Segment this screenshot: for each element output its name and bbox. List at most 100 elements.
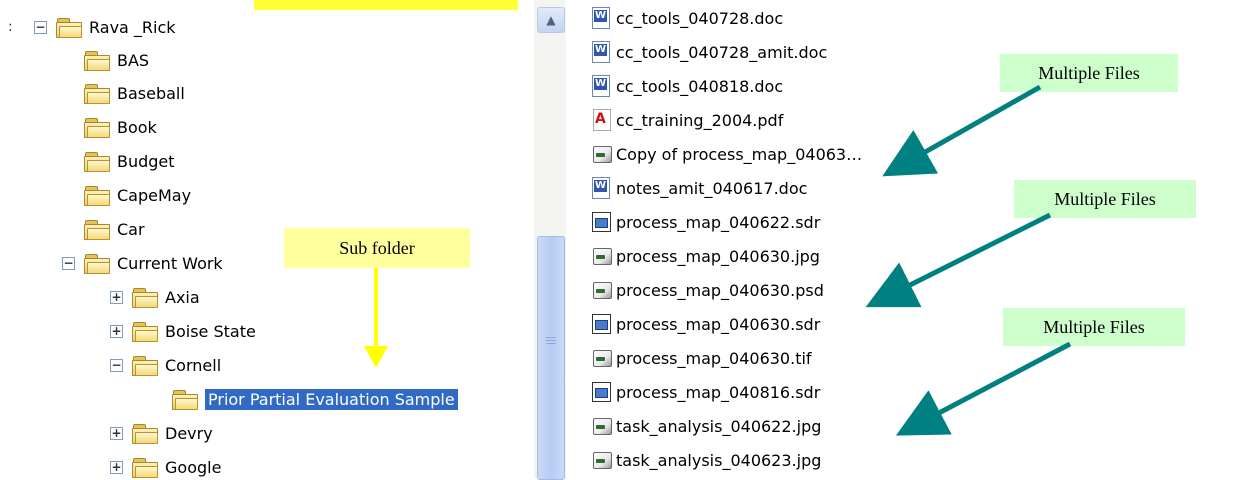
sub-folder-callout: Sub folder — [284, 228, 470, 268]
tree-node-book[interactable]: Book — [84, 112, 157, 142]
folder-icon — [84, 253, 110, 274]
scroll-up-button[interactable]: ▲ — [537, 7, 565, 33]
tree-node-label: Current Work — [117, 253, 223, 273]
folder-icon — [84, 151, 110, 172]
image-file-icon — [590, 244, 612, 268]
folder-tree: : − Rava _Rick BAS Baseball Book Budget … — [0, 0, 520, 478]
tree-node-baseball[interactable]: Baseball — [84, 78, 185, 108]
sdr-file-icon — [590, 380, 612, 404]
file-name: cc_tools_040728.doc — [616, 8, 784, 28]
image-file-icon — [590, 448, 612, 472]
tree-node-devry[interactable]: + Devry — [110, 418, 213, 448]
file-item[interactable]: process_map_040816.sdr — [590, 377, 820, 407]
folder-icon — [132, 457, 158, 478]
expand-icon[interactable]: + — [110, 460, 123, 474]
pdf-icon — [590, 108, 612, 132]
file-name: notes_amit_040617.doc — [616, 178, 808, 198]
file-item[interactable]: cc_tools_040818.doc — [590, 71, 783, 101]
folder-icon — [56, 17, 82, 38]
image-file-icon — [590, 142, 612, 166]
tree-node-label: BAS — [117, 50, 150, 70]
tree-node-label: Devry — [165, 423, 213, 443]
grip-line — [546, 340, 556, 341]
tree-node-google[interactable]: + Google — [110, 452, 221, 478]
folder-icon — [132, 355, 158, 376]
file-name: process_map_040630.jpg — [616, 246, 820, 266]
file-item[interactable]: process_map_040622.sdr — [590, 207, 820, 237]
tree-node-label: Baseball — [117, 83, 185, 103]
sdr-file-icon — [590, 312, 612, 336]
tree-node-budget[interactable]: Budget — [84, 146, 175, 176]
tree-node-label: Book — [117, 117, 157, 137]
expand-icon[interactable]: + — [110, 290, 123, 304]
tree-node-bas[interactable]: BAS — [84, 45, 149, 75]
file-item[interactable]: notes_amit_040617.doc — [590, 173, 807, 203]
tree-node-label: Budget — [117, 151, 175, 171]
file-name: process_map_040630.sdr — [616, 314, 821, 334]
grip-line — [546, 337, 556, 338]
folder-icon — [84, 185, 110, 206]
tree-node-boise-state[interactable]: + Boise State — [110, 316, 256, 346]
file-item[interactable]: process_map_040630.tif — [590, 343, 812, 373]
folder-icon — [132, 321, 158, 342]
collapse-icon[interactable]: − — [110, 358, 123, 372]
folder-icon — [84, 50, 110, 71]
file-name: process_map_040630.psd — [616, 280, 824, 300]
scrollbar-thumb[interactable] — [537, 236, 565, 480]
image-file-icon — [590, 278, 612, 302]
folder-icon — [84, 219, 110, 240]
file-item[interactable]: process_map_040630.psd — [590, 275, 824, 305]
file-item[interactable]: cc_tools_040728.doc — [590, 3, 783, 33]
folder-icon — [172, 389, 198, 410]
image-file-icon — [590, 414, 612, 438]
file-item[interactable]: cc_training_2004.pdf — [590, 105, 783, 135]
tree-node-label: Google — [165, 457, 222, 477]
word-doc-icon — [590, 74, 612, 98]
folder-icon — [84, 117, 110, 138]
tree-node-prior-partial-evaluation-sample[interactable]: Prior Partial Evaluation Sample — [172, 384, 458, 414]
collapse-icon[interactable]: − — [34, 20, 47, 34]
tree-node-cornell[interactable]: − Cornell — [110, 350, 221, 380]
tree-node-car[interactable]: Car — [84, 214, 145, 244]
top-callout-fragment — [254, 0, 518, 10]
expand-icon[interactable]: + — [110, 324, 123, 338]
collapse-icon[interactable]: − — [62, 256, 75, 270]
file-item[interactable]: task_analysis_040622.jpg — [590, 411, 821, 441]
tree-node-label: CapeMay — [117, 185, 192, 205]
tree-node-root[interactable]: − Rava _Rick — [34, 12, 176, 42]
file-item[interactable]: Copy of process_map_04063… — [590, 139, 862, 169]
file-item[interactable]: task_analysis_040623.jpg — [590, 445, 821, 475]
file-name: task_analysis_040622.jpg — [616, 416, 822, 436]
file-item[interactable]: process_map_040630.sdr — [590, 309, 820, 339]
tree-node-label: Rava _Rick — [89, 17, 176, 37]
tree-line-fragment: : — [8, 19, 13, 35]
folder-icon — [132, 287, 158, 308]
file-item[interactable]: process_map_040630.jpg — [590, 241, 820, 271]
file-name: process_map_040622.sdr — [616, 212, 821, 232]
tree-node-label: Boise State — [165, 321, 256, 341]
tree-node-current-work[interactable]: − Current Work — [62, 248, 223, 278]
selected-tree-node-label: Prior Partial Evaluation Sample — [205, 388, 458, 410]
file-name: task_analysis_040623.jpg — [616, 450, 822, 470]
image-file-icon — [590, 346, 612, 370]
tree-node-capemay[interactable]: CapeMay — [84, 180, 191, 210]
file-name: cc_tools_040818.doc — [616, 76, 784, 96]
folder-icon — [84, 83, 110, 104]
tree-node-axia[interactable]: + Axia — [110, 282, 200, 312]
expand-icon[interactable]: + — [110, 426, 123, 440]
sdr-file-icon — [590, 210, 612, 234]
word-doc-icon — [590, 176, 612, 200]
tree-node-label: Car — [117, 219, 145, 239]
file-name: process_map_040630.tif — [616, 348, 812, 368]
file-item[interactable]: cc_tools_040728_amit.doc — [590, 37, 827, 67]
chevron-up-icon: ▲ — [546, 13, 556, 27]
word-doc-icon — [590, 40, 612, 64]
file-name: Copy of process_map_04063… — [616, 144, 863, 164]
file-list-pane: ▲ cc_tools_040728.doc cc_tools_040728_am… — [534, 0, 946, 480]
tree-node-label: Axia — [165, 287, 200, 307]
multiple-files-callout: Multiple Files — [1000, 54, 1178, 92]
vertical-scrollbar[interactable]: ▲ — [534, 0, 566, 480]
grip-line — [546, 343, 556, 344]
multiple-files-callout: Multiple Files — [1003, 308, 1185, 346]
multiple-files-callout: Multiple Files — [1014, 180, 1196, 218]
